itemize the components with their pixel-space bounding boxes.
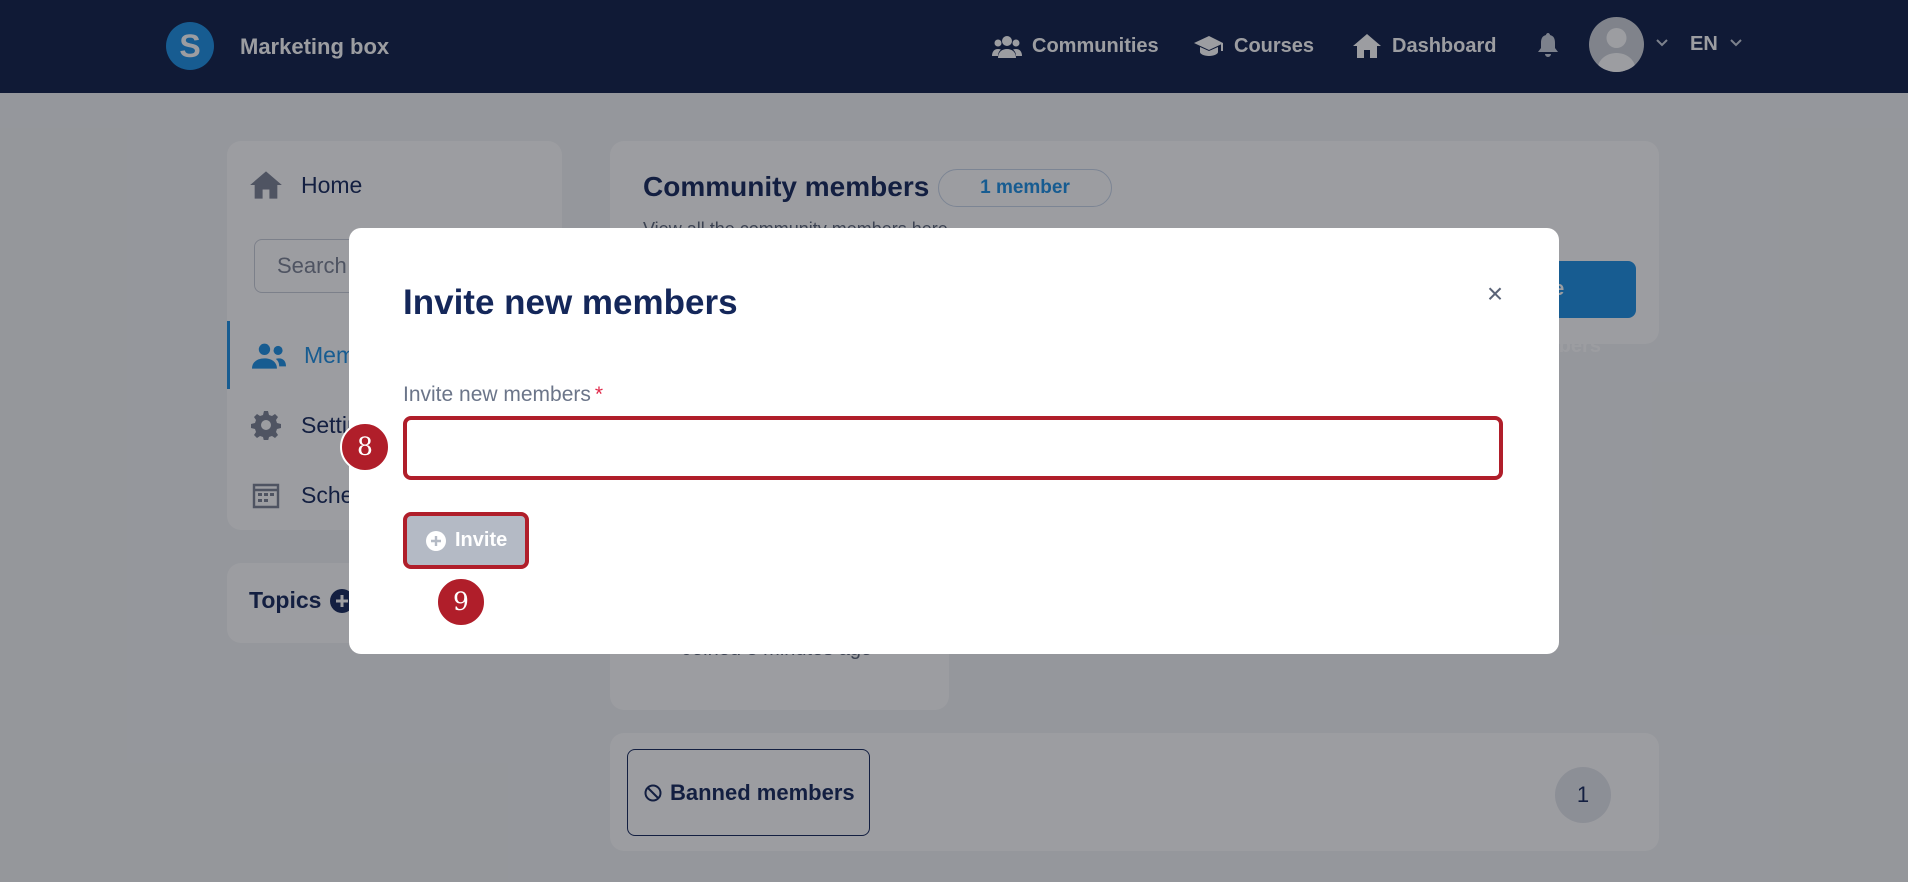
invite-field-label: Invite new members * xyxy=(403,383,603,407)
required-marker: * xyxy=(594,383,604,406)
step-marker-8: 8 xyxy=(340,422,390,472)
invite-button-label: Invite xyxy=(455,529,508,551)
invite-field-label-text: Invite new members xyxy=(403,383,591,406)
invite-members-input[interactable] xyxy=(403,416,1503,480)
close-icon[interactable]: × xyxy=(1477,276,1513,312)
invite-members-modal: Invite new members × Invite new members *… xyxy=(349,228,1559,654)
invite-button[interactable]: Invite xyxy=(403,512,529,569)
modal-title: Invite new members xyxy=(403,283,738,322)
step-marker-9: 9 xyxy=(436,577,486,627)
plus-circle-icon xyxy=(426,530,446,551)
